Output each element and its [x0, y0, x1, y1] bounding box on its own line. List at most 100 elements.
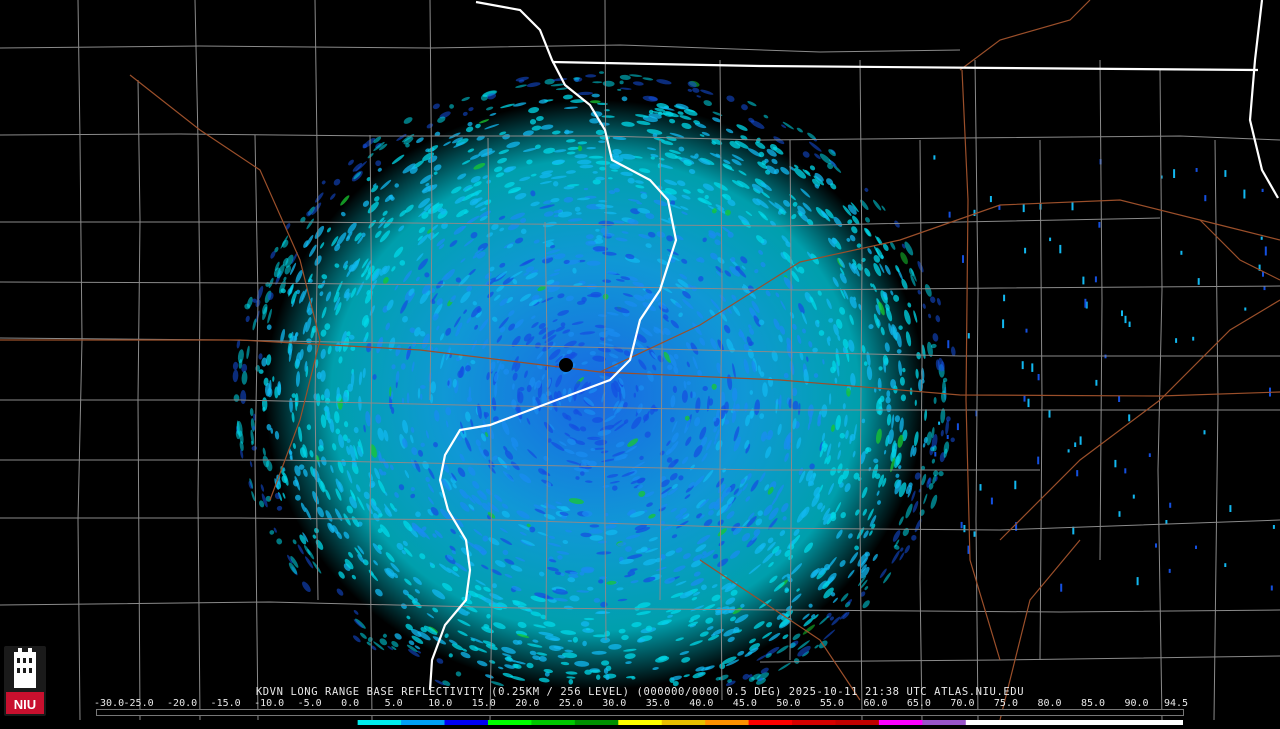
- echo-pixel: [1014, 480, 1017, 490]
- echo-pixel: [1260, 236, 1263, 240]
- colorbar-segment: [227, 720, 272, 725]
- echo-pixel: [592, 81, 603, 84]
- echo-pixel: [1124, 315, 1127, 324]
- echo-pixel: [588, 529, 604, 534]
- colorbar-segment: [661, 720, 706, 725]
- echo-pixel: [979, 484, 982, 491]
- product-caption: KDVN LONG RANGE BASE REFLECTIVITY (0.25K…: [255, 686, 1025, 698]
- echo-pixel: [1079, 436, 1082, 445]
- colorbar-label: 85.0: [1080, 698, 1106, 709]
- echo-pixel: [948, 211, 951, 218]
- colorbar-segment: [792, 720, 836, 725]
- colorbar-segment: [618, 720, 663, 725]
- colorbar-label: -10.0: [254, 698, 285, 709]
- colorbar-label: 80.0: [1037, 698, 1062, 709]
- echo-pixel: [1084, 298, 1087, 308]
- echo-pixel: [1059, 244, 1062, 254]
- echo-pixel: [1169, 502, 1172, 508]
- echo-pixel: [291, 393, 296, 398]
- colorbar-label: 90.0: [1124, 698, 1149, 709]
- colorbar-label: -25.0: [123, 698, 154, 709]
- colorbar-segment: [1009, 720, 1054, 725]
- echo-pixel: [1195, 168, 1198, 172]
- echo-pixel: [593, 598, 601, 603]
- echo-pixel: [1155, 543, 1157, 548]
- echo-pixel: [1074, 442, 1077, 447]
- echo-pixel: [989, 196, 992, 203]
- echo-pixel: [962, 255, 964, 263]
- echo-pixel: [973, 209, 976, 216]
- colorbar-segment: [183, 720, 228, 725]
- colorbar-label: 10.0: [428, 698, 453, 709]
- echo-pixel: [1071, 201, 1074, 211]
- echo-pixel: [588, 155, 604, 159]
- echo-pixel: [1124, 468, 1127, 474]
- echo-pixel: [589, 535, 604, 541]
- colorbar-segment: [1139, 720, 1184, 725]
- colorbar: [96, 709, 1184, 725]
- colorbar-segment: [487, 720, 532, 725]
- echo-pixel: [1261, 188, 1264, 192]
- echo-pixel: [1094, 276, 1097, 283]
- echo-pixel: [946, 435, 949, 439]
- echo-pixel: [973, 531, 976, 537]
- colorbar-label: 15.0: [471, 698, 496, 709]
- colorbar-labels: -30.0 -25.0 -20.0 -15.0 -10.0 -5.0 0.0 5.0 10.0 1…: [94, 698, 1194, 709]
- echo-pixel: [732, 387, 738, 402]
- colorbar-label: 5.0: [384, 698, 403, 709]
- colorbar-segment: [357, 720, 402, 725]
- echo-pixel: [1037, 374, 1040, 381]
- echo-pixel: [1128, 414, 1131, 422]
- colorbar-label: 45.0: [732, 698, 757, 709]
- echo-pixel: [592, 171, 598, 174]
- colorbar-segment: [1052, 720, 1097, 725]
- colorbar-label: -15.0: [210, 698, 241, 709]
- echo-pixel: [1024, 247, 1027, 254]
- colorbar-label: 94.5: [1164, 698, 1189, 709]
- echo-pixel: [1027, 398, 1030, 408]
- colorbar-segment: [270, 720, 315, 725]
- colorbar-label: 20.0: [515, 698, 540, 709]
- echo-pixel: [1118, 395, 1121, 402]
- echo-pixel: [1067, 449, 1070, 453]
- echo-pixel: [1048, 409, 1051, 418]
- echo-pixel: [590, 669, 601, 673]
- colorbar-label: 65.0: [906, 698, 931, 709]
- colorbar-segment: [922, 720, 967, 725]
- echo-pixel: [1121, 310, 1123, 317]
- colorbar-label: 40.0: [689, 698, 714, 709]
- colorbar-segment: [878, 720, 923, 725]
- colorbar-label: -30.0: [94, 698, 125, 709]
- colorbar-label: 55.0: [819, 698, 844, 709]
- echo-pixel: [947, 340, 950, 349]
- colorbar-label: 30.0: [602, 698, 627, 709]
- echo-pixel: [1025, 328, 1028, 333]
- colorbar-label: 50.0: [776, 698, 801, 709]
- echo-pixel: [1082, 276, 1085, 285]
- echo-pixel: [960, 521, 963, 529]
- colorbar-segment: [531, 720, 576, 725]
- echo-pixel: [1173, 169, 1176, 178]
- echo-pixel: [1229, 505, 1232, 512]
- echo-pixel: [1060, 583, 1063, 592]
- echo-pixel: [1224, 170, 1227, 177]
- radar-site: [559, 358, 573, 372]
- echo-pixel: [990, 497, 993, 505]
- colorbar-segment: [444, 720, 489, 725]
- echo-pixel: [1023, 395, 1026, 402]
- echo-pixel: [1021, 361, 1024, 370]
- colorbar-label: 70.0: [950, 698, 975, 709]
- echo-pixel: [1224, 563, 1227, 567]
- echo-pixel: [589, 524, 600, 528]
- colorbar-segment: [401, 720, 446, 725]
- colorbar-label: 25.0: [558, 698, 583, 709]
- colorbar-label: 60.0: [863, 698, 888, 709]
- echo-pixel: [690, 391, 693, 399]
- echo-pixel: [1244, 307, 1247, 311]
- echo-pixel: [1175, 338, 1178, 343]
- echo-pixel: [1003, 294, 1006, 302]
- echo-pixel: [1204, 195, 1207, 202]
- radar-site-marker: [559, 358, 573, 372]
- echo-pixel: [240, 390, 247, 404]
- echo-pixel: [1180, 250, 1183, 255]
